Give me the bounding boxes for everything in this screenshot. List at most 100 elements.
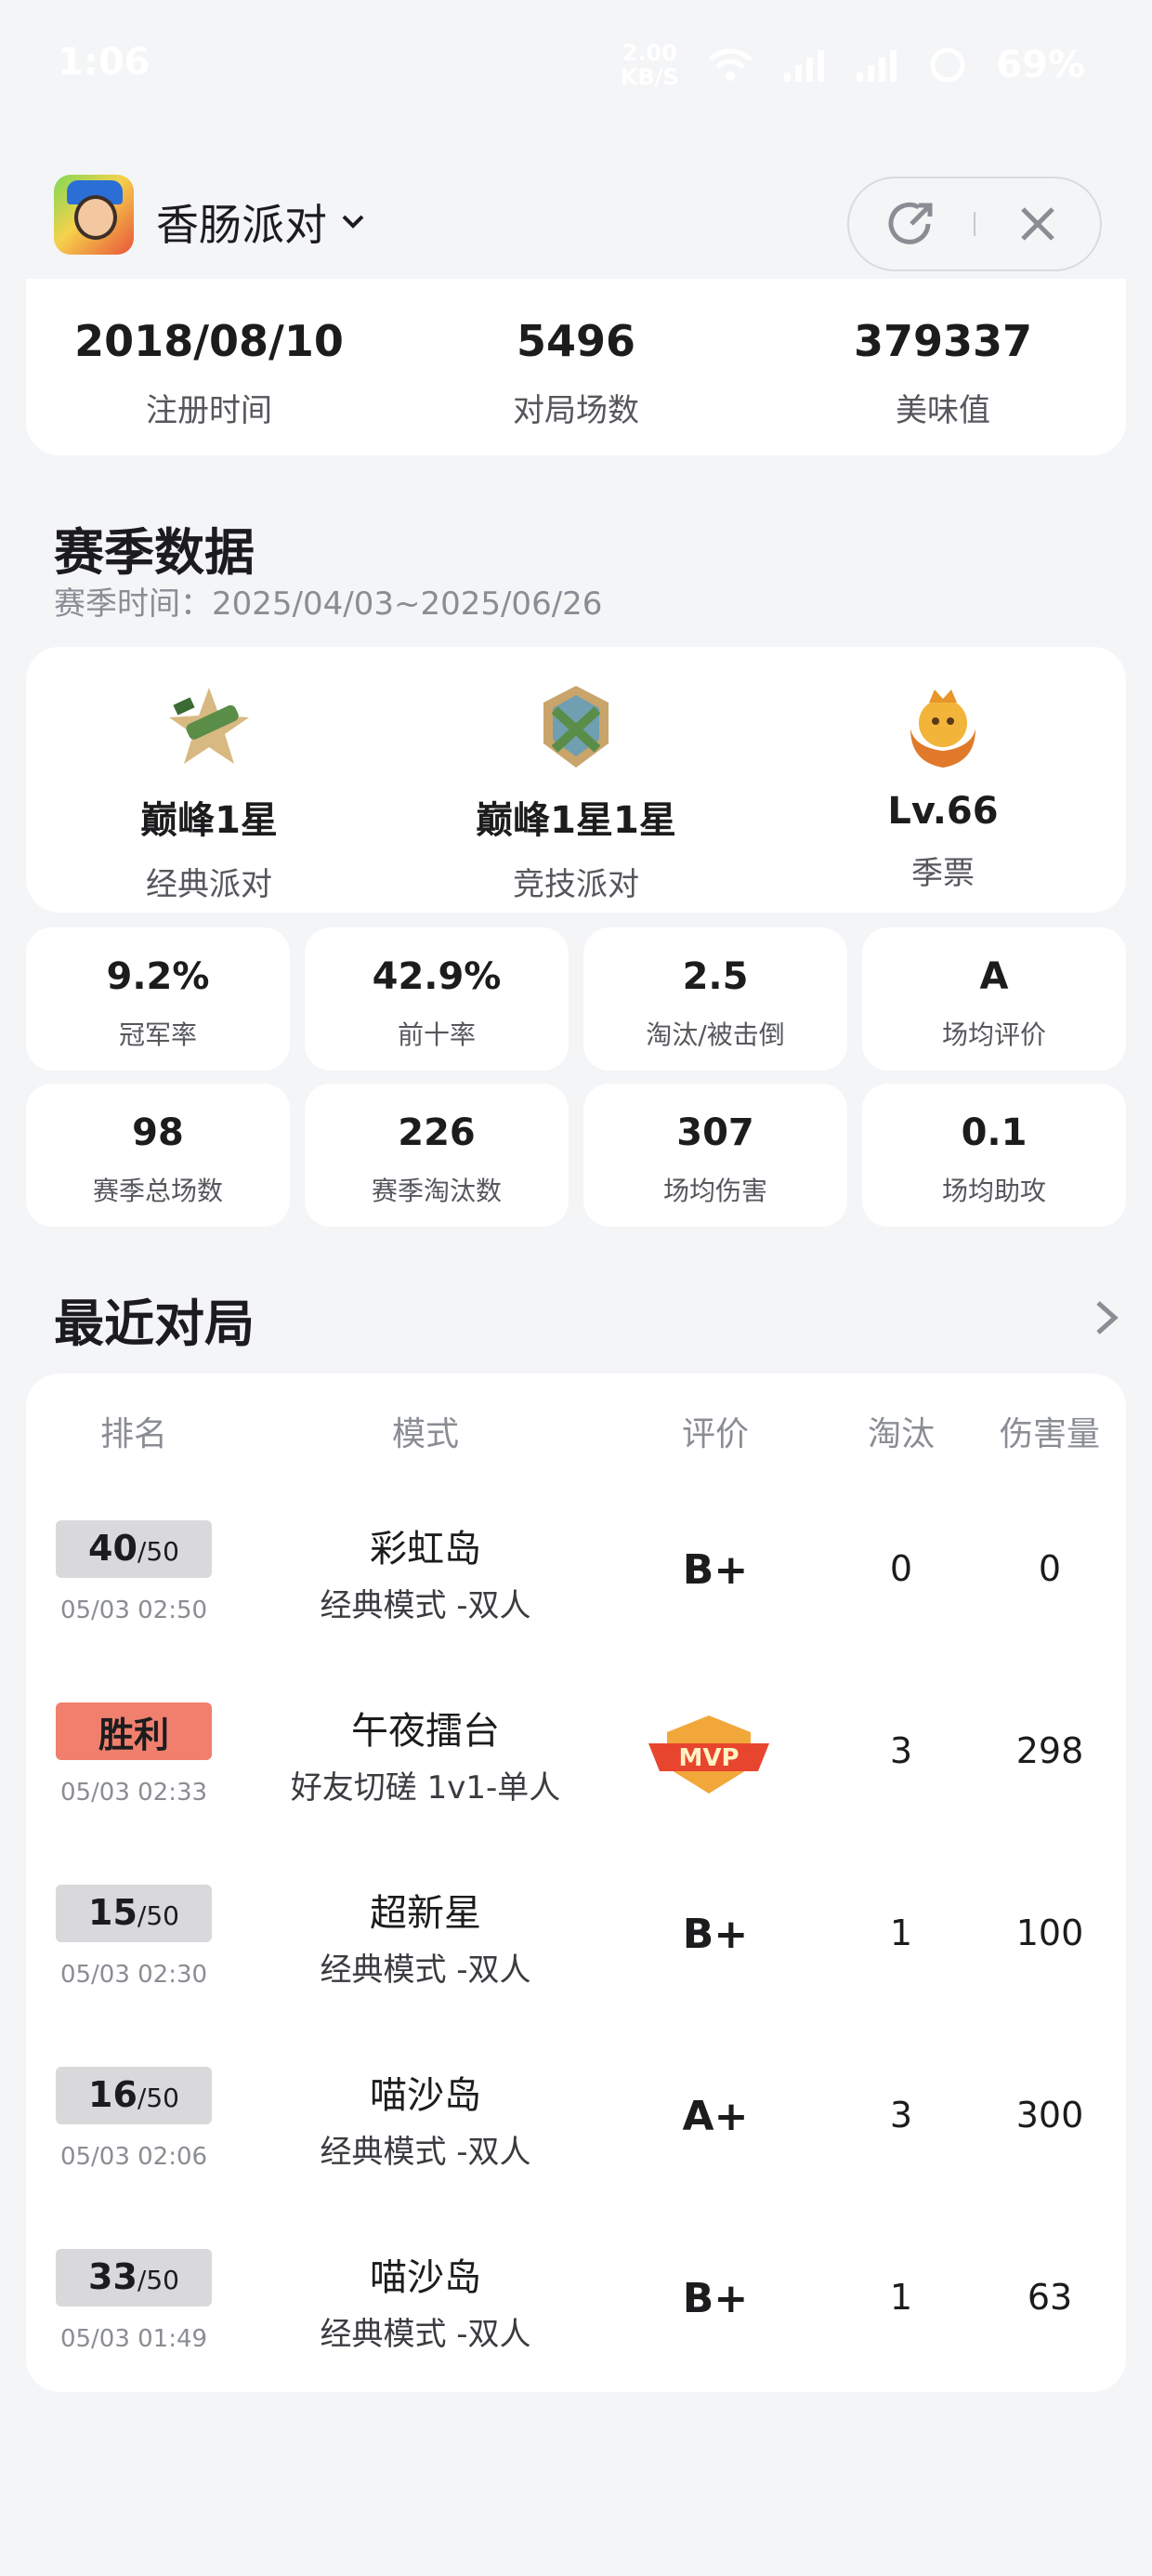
win-badge: 胜利: [56, 1702, 212, 1760]
status-time: 1:06: [58, 41, 151, 84]
rank-position: 15: [88, 1892, 137, 1933]
stat-season-kills: 226 赛季淘汰数: [305, 1084, 569, 1227]
stat-value: 307: [676, 1111, 754, 1154]
stat-label: 前十率: [397, 1019, 476, 1050]
match-kills: 1: [889, 1912, 913, 1953]
stat-value: A: [979, 955, 1009, 998]
header-rating: 评价: [681, 1415, 749, 1453]
stat-value: 9.2%: [106, 955, 210, 998]
match-damage: 298: [1015, 1730, 1084, 1771]
stat-tasty-value: 379337 美味值: [760, 316, 1126, 430]
stat-value: 2018/08/10: [74, 316, 344, 366]
battery-ring-icon: [930, 47, 965, 83]
stat-label: 赛季淘汰数: [371, 1176, 502, 1206]
stat-label: 赛季总场数: [92, 1176, 223, 1206]
match-damage: 300: [1015, 2095, 1084, 2136]
match-mode: 经典模式 -双人: [320, 1952, 531, 1989]
rank-position: 胜利: [98, 1714, 169, 1755]
rank-badge: 15 /50: [56, 1885, 212, 1942]
match-time: 05/03 02:50: [59, 1597, 208, 1624]
stat-label: 场均评价: [941, 1019, 1046, 1050]
signal-icon-2: [857, 50, 897, 82]
stat-value: 42.9%: [372, 955, 502, 998]
rank-name: 巅峰1星1星: [476, 799, 676, 842]
stat-value: 5496: [516, 316, 636, 366]
stat-label: 美味值: [896, 392, 990, 429]
rank-total: /50: [137, 1900, 179, 1931]
share-button[interactable]: [849, 178, 974, 269]
season-period: 赛季时间：2025/04/03~2025/06/26: [54, 585, 603, 623]
status-icons: 2.00 KB/S 69%: [617, 41, 1085, 89]
match-row[interactable]: 胜利 05/03 02:33 午夜擂台 好友切磋 1v1-单人 MVP 3 29…: [26, 1663, 1126, 1846]
stat-value: 226: [398, 1111, 476, 1154]
rank-mode: 经典派对: [146, 866, 272, 903]
rank-season-pass: Lv.66 季票: [760, 682, 1126, 893]
match-grade: B+: [682, 2275, 749, 2322]
match-map: 超新星: [370, 1892, 481, 1935]
app-switcher[interactable]: 香肠派对: [156, 191, 366, 253]
season-pass-badge-icon: [910, 690, 975, 768]
match-time: 05/03 02:06: [59, 2143, 208, 2171]
match-mode: 好友切磋 1v1-单人: [290, 1769, 561, 1807]
profile-stats-card: 2018/08/10 注册时间 5496 对局场数 379337 美味值: [26, 279, 1126, 455]
capsule-menu: [847, 177, 1102, 271]
match-damage: 100: [1015, 1912, 1084, 1953]
rank-total: /50: [137, 2083, 179, 2113]
match-grade: B+: [682, 1911, 749, 1958]
stat-label: 对局场数: [513, 392, 639, 429]
match-row[interactable]: 33 /50 05/03 01:49 喵沙岛 经典模式 -双人 B+ 1 63: [26, 2210, 1126, 2392]
season-section-title: 赛季数据: [54, 523, 255, 582]
rank-classic: 巅峰1星 经典派对: [26, 682, 392, 904]
match-row[interactable]: 16 /50 05/03 02:06 喵沙岛 经典模式 -双人 A+ 3 300: [26, 2028, 1126, 2210]
header-damage: 伤害量: [999, 1415, 1100, 1453]
rank-badge: 33 /50: [56, 2249, 212, 2307]
stat-label: 淘汰/被击倒: [646, 1019, 785, 1050]
stat-register-date: 2018/08/10 注册时间: [26, 316, 392, 430]
chevron-right-icon[interactable]: [1093, 1297, 1120, 1338]
classic-rank-badge-icon: [169, 688, 249, 764]
status-bar: 1:06 2.00 KB/S 69%: [0, 0, 1152, 139]
recent-matches-title: 最近对局: [54, 1295, 255, 1353]
match-time: 05/03 02:33: [59, 1779, 208, 1807]
match-row[interactable]: 15 /50 05/03 02:30 超新星 经典模式 -双人 B+ 1 100: [26, 1846, 1126, 2028]
mvp-label: MVP: [678, 1744, 739, 1772]
match-mode: 经典模式 -双人: [320, 1587, 531, 1624]
rank-total: /50: [137, 2265, 179, 2295]
app-name: 香肠派对: [156, 200, 327, 250]
stat-label: 场均助攻: [941, 1176, 1046, 1206]
signal-icon: [784, 50, 825, 82]
competitive-rank-badge-icon: [543, 686, 609, 768]
stat-top10-rate: 42.9% 前十率: [305, 927, 569, 1071]
rank-mode: 季票: [911, 855, 975, 892]
wifi-icon: [708, 48, 753, 81]
header-kills: 淘汰: [867, 1415, 935, 1453]
match-row[interactable]: 40 /50 05/03 02:50 彩虹岛 经典模式 -双人 B+ 0 0: [26, 1481, 1126, 1663]
stat-label: 注册时间: [146, 392, 272, 429]
match-damage: 63: [1027, 2277, 1073, 2318]
header-rank: 排名: [99, 1415, 167, 1453]
match-map: 午夜擂台: [351, 1710, 500, 1753]
close-icon: [1021, 207, 1054, 241]
match-grade: A+: [682, 2093, 749, 2140]
stat-season-matches: 98 赛季总场数: [26, 1084, 290, 1227]
rank-mode: 竞技派对: [513, 866, 639, 903]
match-map: 彩虹岛: [370, 1528, 481, 1571]
mvp-badge-icon: MVP: [648, 1715, 769, 1794]
stat-value: 2.5: [682, 955, 749, 998]
stat-kd: 2.5 淘汰/被击倒: [583, 927, 847, 1071]
stat-avg-damage: 307 场均伤害: [583, 1084, 847, 1227]
close-button[interactable]: [975, 178, 1100, 269]
stat-value: 379337: [853, 316, 1033, 366]
rank-badge: 16 /50: [56, 2067, 212, 2124]
match-kills: 0: [889, 1548, 913, 1589]
header-mode: 模式: [391, 1415, 459, 1453]
match-grade: B+: [682, 1546, 749, 1594]
rank-position: 33: [88, 2256, 137, 2297]
match-kills: 3: [889, 2095, 913, 2136]
match-mode: 经典模式 -双人: [320, 2134, 531, 2171]
season-rank-card: 巅峰1星 经典派对 巅峰1星1星 竞技派对 Lv.66 季票: [26, 647, 1126, 913]
match-map: 喵沙岛: [370, 2256, 481, 2299]
battery-level: 69%: [996, 44, 1085, 86]
match-kills: 1: [889, 2277, 913, 2318]
match-time: 05/03 01:49: [59, 2325, 208, 2353]
